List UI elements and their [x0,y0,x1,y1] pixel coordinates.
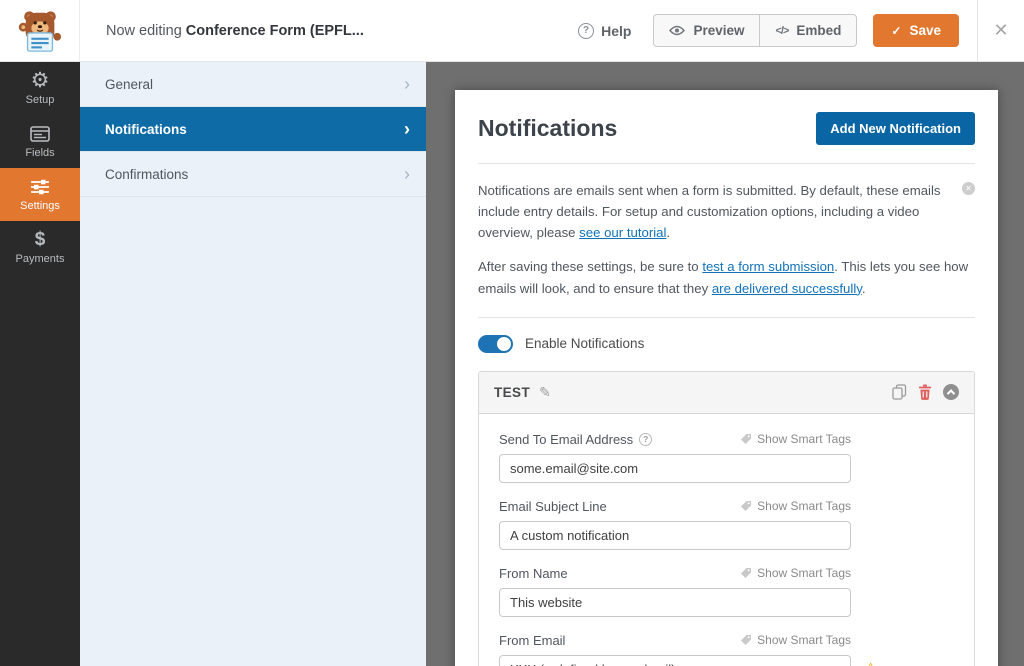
after-save-paragraph: After saving these settings, be sure to … [478,256,975,298]
embed-button[interactable]: </> Embed [759,14,857,47]
gear-icon: ⚙ [31,71,50,91]
see-our-tutorial-link[interactable]: see our tutorial [579,225,666,240]
dismiss-notice-icon[interactable]: ✕ [962,182,975,195]
field-label: Email Subject Line [499,499,607,514]
top-bar: Now editing Conference Form (EPFL... ? H… [0,0,1024,62]
sidebar-item-settings[interactable]: Settings [0,168,80,221]
now-editing-title: Now editing Conference Form (EPFL... [106,23,364,39]
settings-nav-confirmations[interactable]: Confirmations › [80,152,426,197]
fields-icon [30,124,50,144]
notification-card: TEST ✎ [478,371,975,666]
from-name-input[interactable] [499,588,851,617]
intro-text-block: Notifications are emails sent when a for… [478,180,975,243]
send-to-email-input[interactable] [499,454,851,483]
field-label: From Name [499,566,568,581]
wpforms-logo [0,0,80,61]
notification-card-header: TEST ✎ [479,372,974,414]
sidebar-item-payments[interactable]: $ Payments [0,221,80,274]
delete-notification-icon[interactable] [918,384,932,400]
help-label: Help [601,23,631,39]
divider [478,163,975,164]
tag-icon [740,433,752,445]
show-smart-tags-button[interactable]: Show Smart Tags [740,566,851,580]
duplicate-notification-icon[interactable] [892,384,907,400]
notification-name: TEST [494,385,530,400]
settings-nav-notifications[interactable]: Notifications › [80,107,426,152]
builder-sidebar: ⚙ Setup Fields Settings $ [0,62,80,666]
from-email-field-group: From Email Show Smart Tags ⚠ [499,633,954,666]
from-email-input[interactable] [499,655,851,666]
save-button[interactable]: ✓ Save [873,14,959,47]
sidebar-item-setup[interactable]: ⚙ Setup [0,62,80,115]
field-label: From Email [499,633,565,648]
warning-icon[interactable]: ⚠ [863,661,878,666]
sidebar-item-label: Payments [16,253,65,265]
settings-nav: General › Notifications › Confirmations … [80,62,426,666]
nav-item-label: General [105,77,153,92]
tag-icon [740,567,752,579]
from-name-field-group: From Name Show Smart Tags [499,566,954,617]
tag-icon [740,500,752,512]
nav-item-label: Confirmations [105,167,188,182]
check-icon: ✓ [891,24,901,38]
notification-card-body: Send To Email Address ? Show Smart Tags [479,414,974,666]
intro-paragraph: Notifications are emails sent when a for… [478,180,941,243]
send-to-field-group: Send To Email Address ? Show Smart Tags [499,432,954,483]
subject-field-group: Email Subject Line Show Smart Tags [499,499,954,550]
edit-name-icon[interactable]: ✎ [539,384,551,401]
sidebar-item-label: Setup [26,94,55,106]
preview-button[interactable]: Preview [653,14,759,47]
notifications-panel: Notifications Add New Notification Notif… [455,90,998,666]
embed-icon: </> [775,25,788,37]
field-help-icon[interactable]: ? [639,433,652,446]
chevron-right-icon: › [404,120,410,138]
test-form-submission-link[interactable]: test a form submission [702,259,834,274]
settings-nav-general[interactable]: General › [80,62,426,107]
sidebar-item-fields[interactable]: Fields [0,115,80,168]
sliders-icon [30,177,50,197]
nav-item-label: Notifications [105,122,187,137]
show-smart-tags-button[interactable]: Show Smart Tags [740,633,851,647]
enable-notifications-label: Enable Notifications [525,336,644,351]
embed-label: Embed [796,23,841,38]
add-new-notification-button[interactable]: Add New Notification [816,112,975,145]
divider [478,317,975,318]
chevron-right-icon: › [404,165,410,183]
save-label: Save [909,23,941,38]
enable-notifications-toggle[interactable] [478,335,513,353]
close-icon: ✕ [993,20,1008,41]
builder-canvas: Notifications Add New Notification Notif… [426,62,1024,666]
close-builder-button[interactable]: ✕ [978,0,1024,62]
show-smart-tags-button[interactable]: Show Smart Tags [740,432,851,446]
eye-icon [669,25,685,36]
page-title: Notifications [478,115,617,142]
delivered-successfully-link[interactable]: are delivered successfully [712,281,862,296]
help-icon: ? [578,23,594,39]
show-smart-tags-button[interactable]: Show Smart Tags [740,499,851,513]
sidebar-item-label: Settings [20,200,60,212]
help-button[interactable]: ? Help [578,23,631,39]
collapse-notification-icon[interactable] [943,384,959,400]
wpforms-bear-icon [17,8,63,54]
dollar-icon: $ [35,230,46,250]
field-label: Send To Email Address ? [499,432,652,447]
form-name: Conference Form (EPFL... [186,23,364,39]
email-subject-input[interactable] [499,521,851,550]
preview-label: Preview [693,23,744,38]
tag-icon [740,634,752,646]
sidebar-item-label: Fields [25,147,54,159]
chevron-right-icon: › [404,75,410,93]
